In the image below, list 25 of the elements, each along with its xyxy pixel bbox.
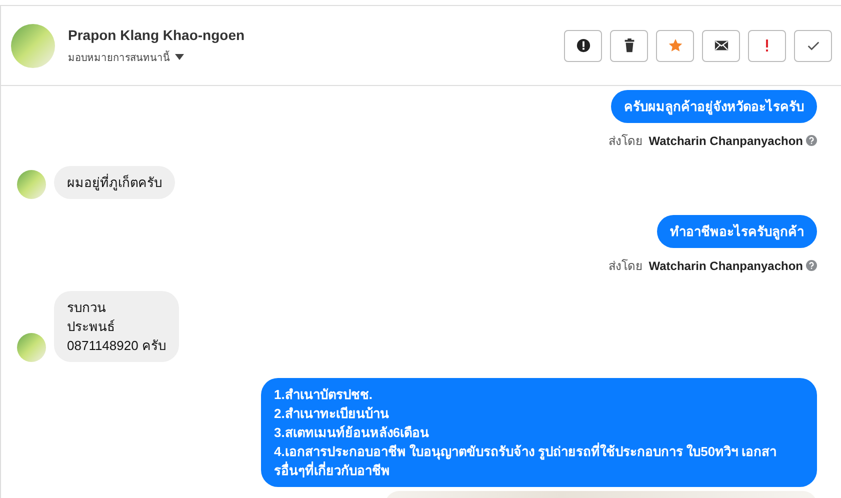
star-icon [668, 38, 682, 53]
caret-icon [175, 54, 184, 60]
star-button[interactable] [656, 30, 694, 62]
exclaim-icon [765, 38, 769, 53]
avatar [17, 170, 46, 199]
message-bubble: ผมอยู่ที่ภูเก็ตครับ [54, 166, 175, 199]
avatar [17, 333, 46, 362]
help-icon[interactable] [806, 260, 817, 271]
sent-by-text: ส่งโดย Watcharin Chanpanyachon [608, 256, 817, 275]
help-icon[interactable] [806, 135, 817, 146]
exclaim-button[interactable] [748, 30, 786, 62]
mail-icon [714, 38, 728, 53]
message-bubble: ทำอาชีพอะไรครับลูกค้า [657, 215, 817, 248]
sent-by-text: ส่งโดย Watcharin Chanpanyachon [608, 131, 817, 150]
message-bubble: รบกวน ประพนธ์ 0871148920 ครับ [54, 291, 179, 362]
check-button[interactable] [794, 30, 832, 62]
alert-icon [576, 38, 590, 53]
assign-conversation-dropdown[interactable]: มอบหมายการสนทนานี้ [68, 50, 184, 64]
trash-button[interactable] [610, 30, 648, 62]
message-bubble: 1.สำเนาบัตรปชช. 2.สำเนาทะเบียนบ้าน 3.สเตทเมนท์ย้อนหลัง6เดือน 4.เอกสารประกอบอาชีพ ใบอนุญาตขับรถรับจ้าง รูปถ่ายรถที่ใช้ประกอบการ ใบ50ทวิฯ เอกสารอื่นๆที่เกี่ยวกับอาชีพ [261, 378, 817, 487]
alert-button[interactable] [564, 30, 602, 62]
contact-name: Prapon Klang Khao-ngoen [68, 26, 246, 42]
mail-button[interactable] [702, 30, 740, 62]
message-bubble: ครับผมลูกค้าอยู่จังหวัดอะไรครับ [611, 90, 817, 123]
avatar [11, 24, 55, 68]
